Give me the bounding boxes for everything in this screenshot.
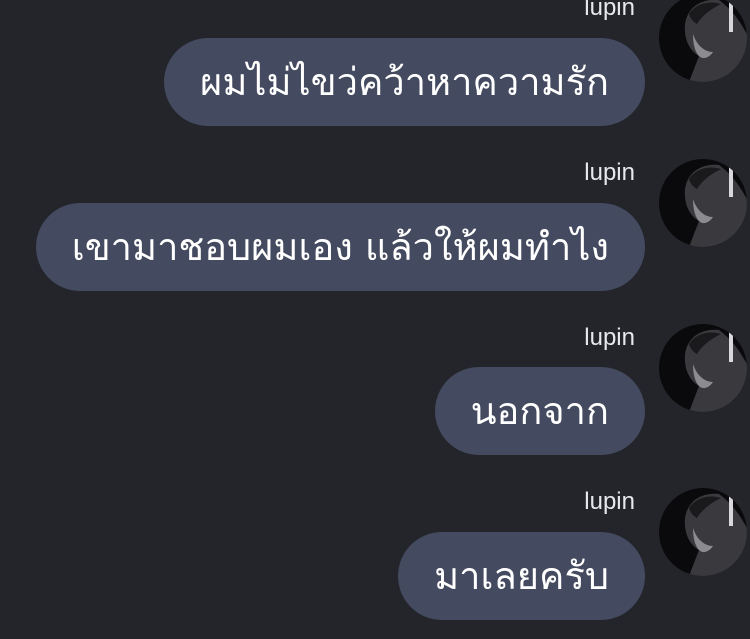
profile-photo-icon[interactable] — [659, 324, 747, 412]
sender-name: lupin — [584, 488, 635, 515]
message-bubble[interactable]: มาเลยครับ — [398, 532, 645, 620]
profile-photo-icon[interactable] — [659, 0, 747, 82]
message-bubble[interactable]: เขามาชอบผมเอง แล้วให้ผมทำไง — [35, 203, 645, 291]
profile-photo-icon[interactable] — [659, 159, 747, 247]
chat-thread: lupin ผมไม่ไขว่คว้าหาความรัก lupin เขามา… — [0, 0, 750, 639]
sender-name: lupin — [584, 159, 635, 186]
profile-photo-icon[interactable] — [659, 488, 747, 576]
sender-name: lupin — [584, 324, 635, 351]
sender-name: lupin — [584, 0, 635, 21]
message-bubble[interactable]: นอกจาก — [434, 367, 645, 455]
message-bubble[interactable]: ผมไม่ไขว่คว้าหาความรัก — [164, 38, 645, 126]
